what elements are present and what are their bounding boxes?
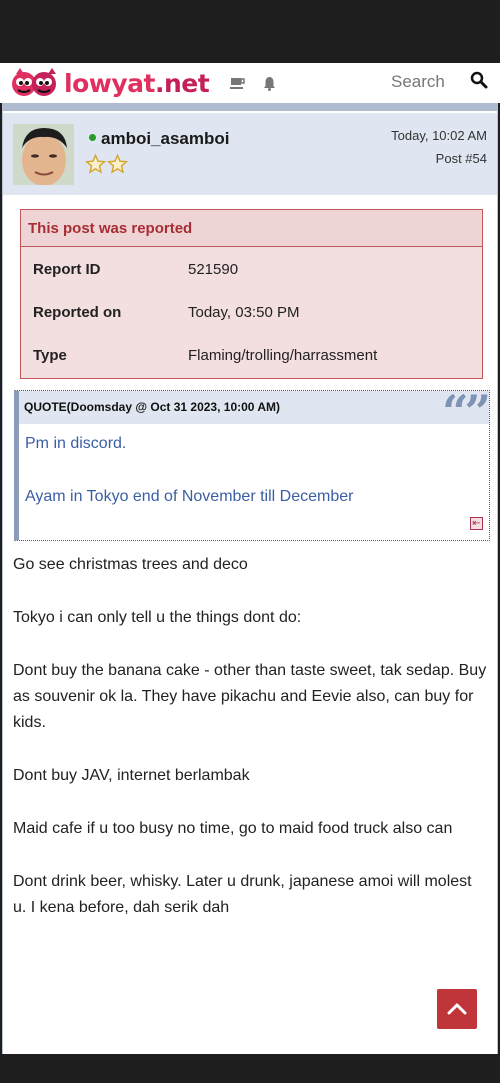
- post-number-link[interactable]: Post #54: [436, 151, 487, 166]
- lowyat-mascot-icon: [12, 68, 56, 96]
- coffee-icon[interactable]: [228, 73, 248, 93]
- username[interactable]: amboi_asamboi: [101, 129, 230, 149]
- report-value: 521590: [188, 261, 239, 278]
- scroll-to-top-button[interactable]: [437, 989, 477, 1029]
- quote-line: Ayam in Tokyo end of November till Decem…: [25, 488, 354, 505]
- avatar[interactable]: [13, 124, 74, 185]
- quote-block: QUOTE(Doomsday @ Oct 31 2023, 10:00 AM) …: [14, 385, 491, 541]
- rank-stars: [85, 154, 128, 174]
- report-key: Report ID: [33, 261, 101, 278]
- post-container: amboi_asamboi Today, 10:02 AM Post #54 T…: [2, 103, 498, 1054]
- report-value: Today, 03:50 PM: [188, 304, 300, 321]
- quote-header: QUOTE(Doomsday @ Oct 31 2023, 10:00 AM): [19, 391, 489, 424]
- report-notice: This post was reported Report ID 521590 …: [20, 209, 483, 379]
- quote-jump-icon[interactable]: ⇤: [470, 517, 483, 530]
- post-paragraph: Dont drink beer, whisky. Later u drunk, …: [13, 873, 472, 916]
- site-name-main: lowyat: [64, 68, 155, 98]
- divider: [3, 103, 497, 111]
- quote-marks-icon: “”: [442, 385, 491, 439]
- report-key: Type: [33, 347, 67, 364]
- report-title: This post was reported: [21, 210, 482, 247]
- site-name: lowyat.net: [64, 68, 210, 98]
- star-icon: [107, 154, 128, 174]
- status-bar: [0, 0, 500, 63]
- star-icon: [85, 154, 106, 174]
- post-paragraph: Tokyo i can only tell u the things dont …: [13, 609, 302, 626]
- post-paragraph: Maid cafe if u too busy no time, go to m…: [13, 820, 453, 837]
- online-status-icon: [89, 134, 96, 141]
- site-name-tld: .net: [154, 68, 210, 98]
- system-nav-bar: [0, 1054, 500, 1083]
- chevron-up-icon: [447, 1003, 467, 1015]
- post-header: amboi_asamboi Today, 10:02 AM Post #54: [3, 113, 497, 195]
- site-logo[interactable]: lowyat.net: [10, 66, 210, 100]
- search-input[interactable]: Search: [391, 72, 445, 92]
- report-key: Reported on: [33, 304, 122, 321]
- search-icon[interactable]: [470, 71, 490, 91]
- post-paragraph: Dont buy JAV, internet berlambak: [13, 767, 250, 784]
- bell-icon[interactable]: [259, 73, 279, 93]
- quote-line: Pm in discord.: [25, 435, 127, 452]
- post-paragraph: Go see christmas trees and deco: [13, 556, 248, 573]
- post-timestamp: Today, 10:02 AM: [391, 128, 487, 143]
- report-value: Flaming/trolling/harrassment: [188, 347, 378, 364]
- post-paragraph: Dont buy the banana cake - other than ta…: [13, 662, 487, 731]
- top-navbar: lowyat.net Search: [0, 63, 500, 103]
